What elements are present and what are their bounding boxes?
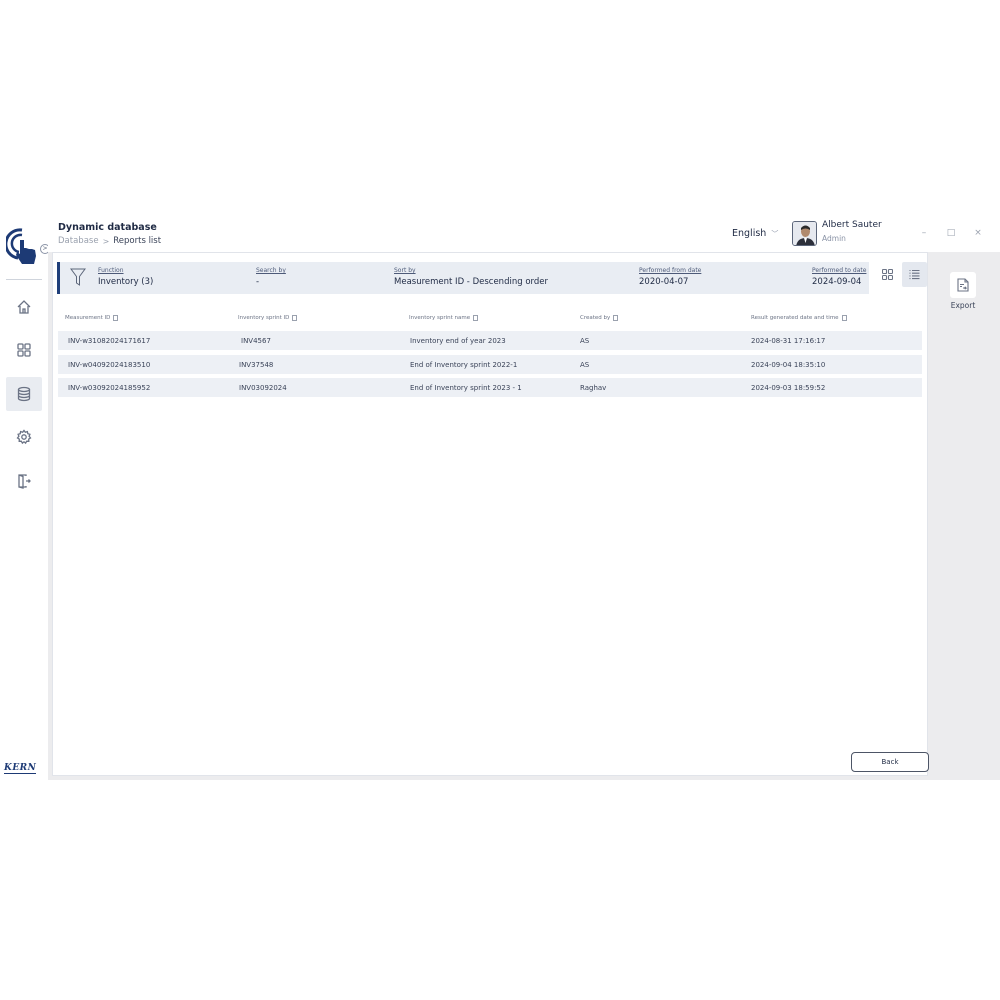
breadcrumb-current: Reports list [113,236,162,246]
cell-result-date: 2024-08-31 17:16:17 [751,337,826,345]
sort-icon[interactable] [473,315,479,321]
logout-icon [18,474,31,489]
sort-icon[interactable] [113,315,119,321]
filter-sort-by-label: Sort by [394,267,416,274]
cell-sprint-name: End of Inventory sprint 2023 - 1 [410,384,522,392]
cell-sprint-id: INV4567 [241,337,271,345]
reports-panel: Function Inventory (3) Search by - Sort … [52,252,929,776]
sidebar-item-home[interactable] [6,290,42,324]
cell-result-date: 2024-09-04 18:35:10 [751,361,826,369]
column-header-sprint-id[interactable]: Inventory sprint ID [238,315,298,321]
sort-icon[interactable] [292,315,298,321]
sidebar-item-database[interactable] [6,377,42,411]
cell-sprint-name: Inventory end of year 2023 [410,337,506,345]
column-header-label: Result generated date and time [751,315,839,321]
list-view-icon [909,269,920,280]
filter-search-by-value: - [256,277,260,287]
column-header-label: Created by [580,315,611,321]
column-header-measurement-id[interactable]: Measurement ID [65,315,119,321]
filter-sort-by[interactable]: Sort by Measurement ID - Descending orde… [394,267,548,287]
close-button[interactable]: × [972,228,984,238]
grid-icon [17,343,31,357]
filter-to-date[interactable]: Performed to date 2024-09-04 [812,267,866,287]
list-view-button[interactable] [902,262,927,287]
table-row[interactable]: INV-w03092024185952 INV03092024 End of I… [58,378,922,397]
sort-icon[interactable] [613,315,619,321]
column-header-created-by[interactable]: Created by [580,315,619,321]
maximize-button[interactable]: □ [945,228,957,238]
filter-function[interactable]: Function Inventory (3) [98,267,153,287]
sidebar-item-logout[interactable] [6,464,42,498]
export-button[interactable] [950,272,976,298]
table-header: Measurement ID Inventory sprint ID Inven… [57,315,923,327]
column-header-label: Measurement ID [65,315,111,321]
filter-function-label: Function [98,267,124,274]
cell-result-date: 2024-09-03 18:59:52 [751,384,826,392]
filter-search-by-label: Search by [256,267,286,274]
sidebar-divider [6,279,42,280]
filter-from-date-value: 2020-04-07 [639,277,689,287]
main-window: Dynamic database Database > Reports list… [48,218,1000,780]
page-title: Dynamic database [58,222,157,233]
sidebar: > KERN [0,218,50,780]
export-label: Export [950,301,976,310]
sidebar-item-settings[interactable] [6,420,42,454]
filter-from-date-label: Performed from date [639,267,702,274]
cell-sprint-name: End of Inventory sprint 2022-1 [410,361,518,369]
cell-sprint-id: INV37548 [239,361,274,369]
cell-created-by: AS [580,337,590,345]
export-document-icon [956,278,969,292]
window-header: Dynamic database Database > Reports list… [48,218,1000,252]
column-header-result-date[interactable]: Result generated date and time [751,315,847,321]
breadcrumb: Database > Reports list [58,236,161,246]
column-header-label: Inventory sprint ID [238,315,290,321]
filter-funnel-icon[interactable] [70,268,86,286]
language-value: English [732,228,767,239]
cell-measurement-id: INV-w31082024171617 [68,337,151,345]
kern-brand-logo: KERN [4,763,37,774]
column-header-label: Inventory sprint name [409,315,471,321]
gear-icon [16,429,32,445]
table-row[interactable]: INV-w04092024183510 INV37548 End of Inve… [58,355,922,374]
grid-view-icon [882,269,893,280]
filter-bar[interactable]: Function Inventory (3) Search by - Sort … [57,262,869,294]
cell-created-by: AS [580,361,590,369]
table-row[interactable]: INV-w31082024171617 INV4567 Inventory en… [58,331,922,350]
sort-icon[interactable] [841,315,847,321]
sidebar-item-dashboard[interactable] [6,333,42,367]
filter-from-date[interactable]: Performed from date 2020-04-07 [639,267,701,287]
user-photo-icon [793,222,816,245]
column-header-sprint-name[interactable]: Inventory sprint name [409,315,479,321]
avatar[interactable] [792,221,817,246]
breadcrumb-database[interactable]: Database [58,236,99,246]
user-role: Admin [822,234,846,243]
language-select[interactable]: English ﹀ [732,228,778,239]
filter-search-by[interactable]: Search by - [256,267,286,287]
home-icon [17,300,31,314]
grid-view-button[interactable] [875,262,900,287]
chevron-down-icon: ﹀ [771,229,779,238]
back-button[interactable]: Back [851,752,929,772]
app: > KERN Dynamic database Database > Repor… [0,218,1000,780]
cell-measurement-id: INV-w04092024183510 [68,361,151,369]
cell-created-by: Raghav [580,384,607,392]
database-icon [17,386,31,402]
cell-measurement-id: INV-w03092024185952 [68,384,151,392]
touch-logo-icon [6,228,36,264]
cell-sprint-id: INV03092024 [239,384,287,392]
filter-sort-by-value: Measurement ID - Descending order [394,277,548,287]
chevron-right-icon: > [102,236,110,246]
user-name: Albert Sauter [822,220,882,230]
filter-to-date-value: 2024-09-04 [812,277,862,287]
minimize-button[interactable]: – [918,228,930,238]
filter-to-date-label: Performed to date [812,267,867,274]
filter-function-value: Inventory (3) [98,277,154,287]
